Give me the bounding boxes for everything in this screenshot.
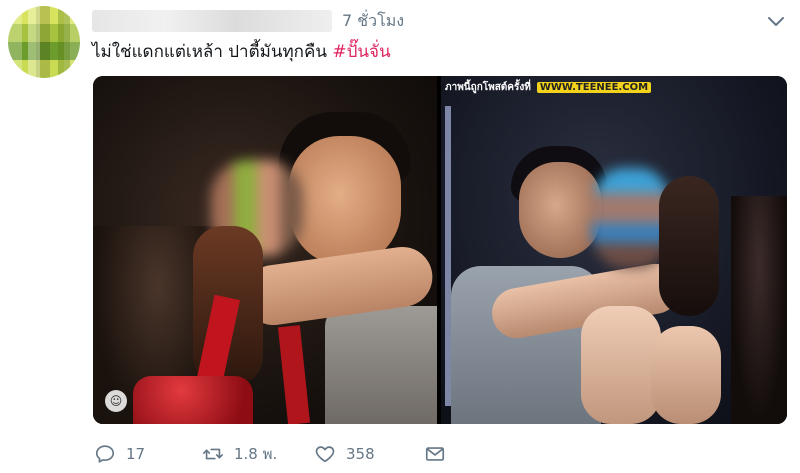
reply-count: 17 <box>126 445 146 463</box>
retweet-icon <box>203 448 223 460</box>
watermark-site: WWW.TEENEE.COM <box>536 82 652 93</box>
tweet-actions: 17 1.8 พ. 358 <box>92 440 792 468</box>
tweet-body: ไม่ใช่แดกแต่เหล้า ปาตี้มันทุกคืน <box>92 42 333 62</box>
like-count: 358 <box>346 445 375 463</box>
chevron-down-icon[interactable] <box>764 12 788 32</box>
envelope-icon <box>425 447 445 461</box>
retweet-count: 1.8 พ. <box>234 445 278 463</box>
hashtag-link[interactable]: #ปั๊นจั่น <box>332 42 390 62</box>
heart-icon <box>315 446 335 463</box>
comment-icon <box>95 445 115 463</box>
tweet-text: ไม่ใช่แดกแต่เหล้า ปาตี้มันทุกคืน #ปั๊นจั… <box>92 40 391 64</box>
photo-left[interactable]: ☺ <box>93 76 437 424</box>
avatar[interactable] <box>8 6 80 78</box>
retweet-button[interactable]: 1.8 พ. <box>202 440 277 468</box>
photo-watermark: ภาพนี้ถูกโพสต์ครั้งที่ WWW.TEENEE.COM <box>445 80 652 96</box>
photo-right[interactable] <box>441 76 787 424</box>
like-button[interactable]: 358 <box>314 440 375 468</box>
author-name-redacted[interactable] <box>92 10 332 32</box>
tweet-timestamp[interactable]: 7 ชั่วโมง <box>342 10 404 32</box>
direct-message-button[interactable] <box>424 440 446 468</box>
tweet-card[interactable]: 7 ชั่วโมง ไม่ใช่แดกแต่เหล้า ปาตี้มันทุกค… <box>0 0 800 473</box>
reply-button[interactable]: 17 <box>94 440 145 468</box>
smiley-icon: ☺ <box>105 390 127 412</box>
tweet-media[interactable]: ☺ ภาพนี้ถูกโพสต์ครั้งที่ WWW.TEENEE.COM <box>93 76 787 424</box>
watermark-text: ภาพนี้ถูกโพสต์ครั้งที่ <box>445 82 531 93</box>
